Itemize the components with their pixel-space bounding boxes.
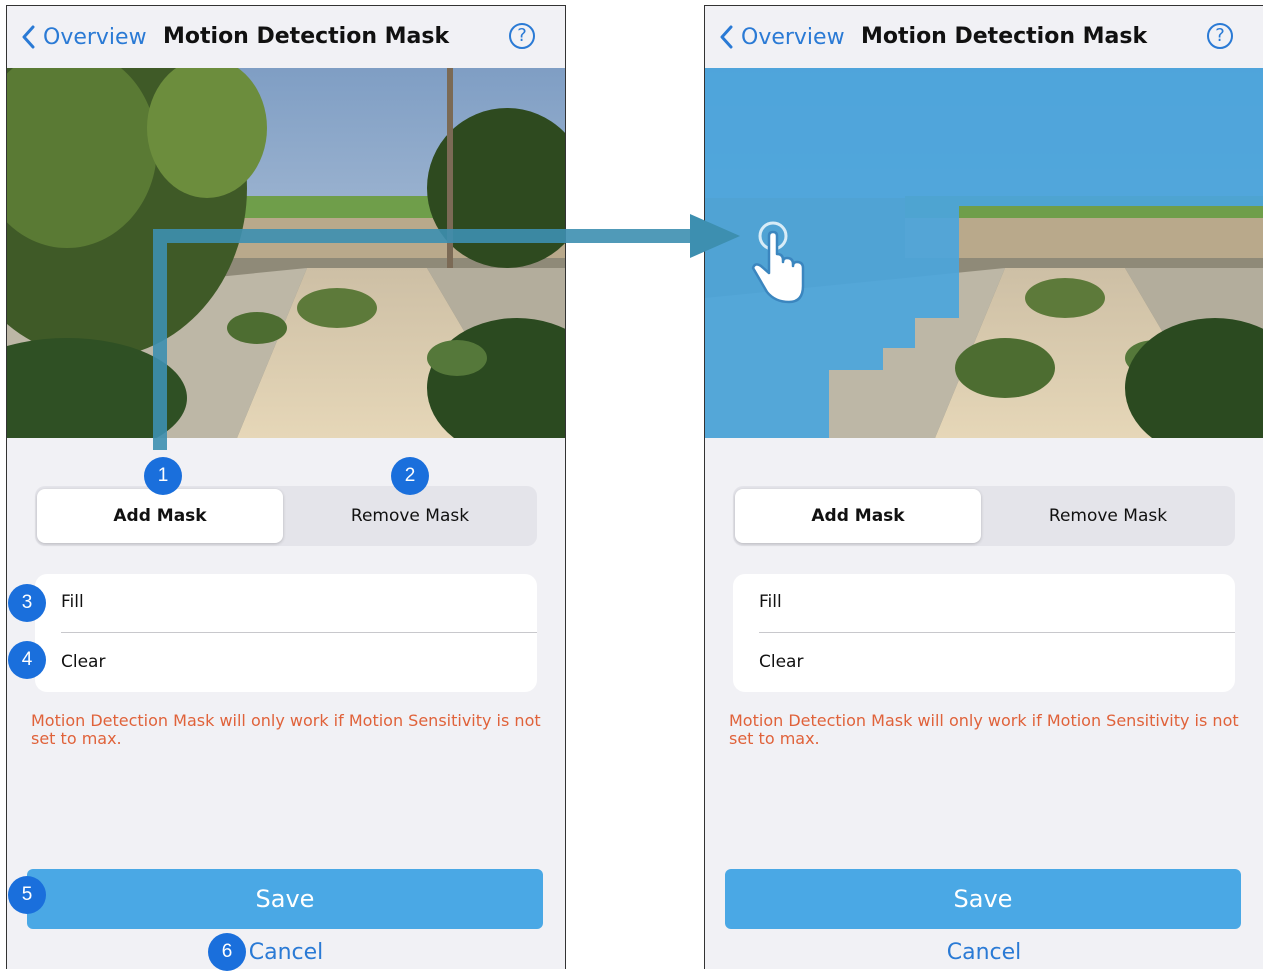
clear-option[interactable]: Clear: [61, 652, 105, 672]
warning-message: Motion Detection Mask will only work if …: [729, 711, 1239, 748]
cancel-button[interactable]: Cancel: [705, 940, 1263, 965]
list-divider: [759, 632, 1235, 633]
back-button[interactable]: Overview: [21, 22, 147, 52]
fill-option[interactable]: Fill: [61, 592, 84, 612]
mask-options-list: Fill Clear: [733, 574, 1235, 692]
remove-mask-tab[interactable]: Remove Mask: [287, 489, 533, 543]
cancel-button[interactable]: Cancel: [7, 940, 565, 965]
list-divider: [61, 632, 537, 633]
save-button[interactable]: Save: [27, 869, 543, 929]
add-mask-tab[interactable]: Add Mask: [735, 489, 981, 543]
callout-badge: 3: [8, 584, 46, 622]
callout-badge: 2: [391, 457, 429, 495]
callout-badge: 4: [8, 641, 46, 679]
camera-preview-masked[interactable]: [705, 68, 1263, 438]
camera-preview[interactable]: [7, 68, 565, 438]
chevron-left-icon: [22, 25, 35, 49]
add-mask-tab[interactable]: Add Mask: [37, 489, 283, 543]
save-button[interactable]: Save: [725, 869, 1241, 929]
clear-option[interactable]: Clear: [759, 652, 803, 672]
page-title: Motion Detection Mask: [861, 24, 1148, 49]
phone-screen-before: Overview Motion Detection Mask ? Add Mas…: [6, 5, 566, 969]
warning-message: Motion Detection Mask will only work if …: [31, 711, 541, 748]
callout-badge: 6: [208, 933, 246, 971]
navigation-bar: Overview Motion Detection Mask ?: [7, 6, 565, 68]
callout-badge: 1: [144, 457, 182, 495]
navigation-bar: Overview Motion Detection Mask ?: [705, 6, 1263, 68]
tap-gesture-icon: [751, 221, 805, 304]
callout-badge: 5: [8, 876, 46, 914]
back-label: Overview: [741, 24, 845, 50]
back-label: Overview: [43, 24, 147, 50]
back-button[interactable]: Overview: [719, 22, 845, 52]
phone-screen-after: Overview Motion Detection Mask ? Add Mas…: [704, 5, 1263, 969]
help-icon[interactable]: ?: [509, 23, 535, 49]
mask-options-list: Fill Clear: [35, 574, 537, 692]
page-title: Motion Detection Mask: [163, 24, 450, 49]
garden-scene-image: [7, 68, 565, 438]
fill-option[interactable]: Fill: [759, 592, 782, 612]
mask-mode-segmented-control: Add Mask Remove Mask: [733, 486, 1235, 546]
chevron-left-icon: [720, 25, 733, 49]
help-icon[interactable]: ?: [1207, 23, 1233, 49]
mask-mode-segmented-control: Add Mask Remove Mask: [35, 486, 537, 546]
remove-mask-tab[interactable]: Remove Mask: [985, 489, 1231, 543]
